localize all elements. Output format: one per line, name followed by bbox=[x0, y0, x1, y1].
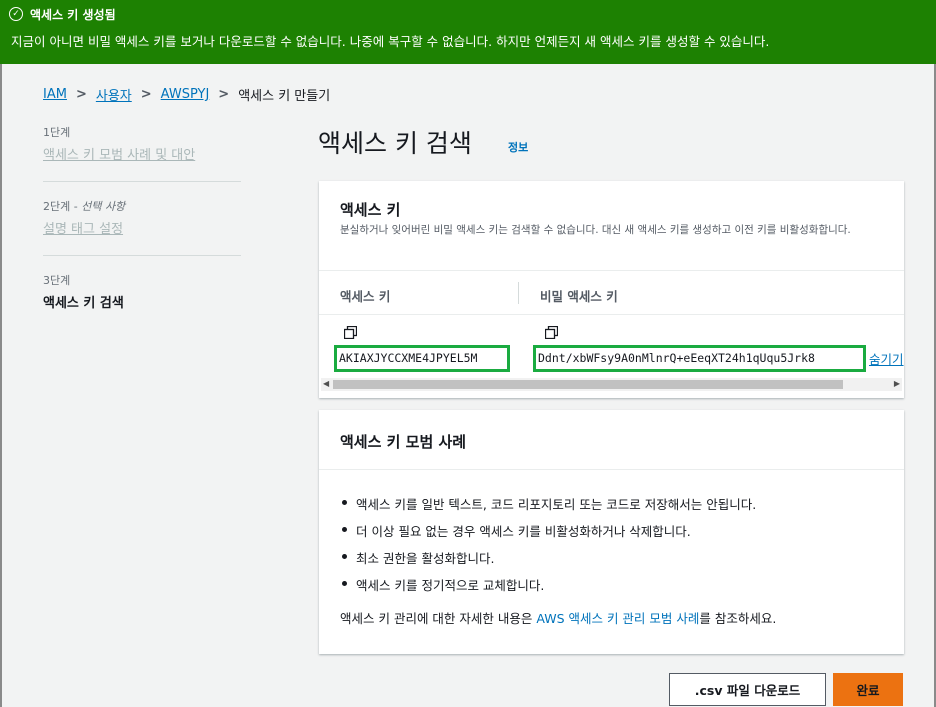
copy-icon[interactable] bbox=[545, 326, 558, 339]
breadcrumb-current: 액세스 키 만들기 bbox=[238, 89, 331, 104]
access-key-value: AKIAXJYCCXME4JPYEL5M bbox=[334, 345, 510, 372]
divider bbox=[319, 469, 904, 470]
wizard-step-3: 3단계 액세스 키 검색 bbox=[43, 256, 241, 311]
step-label: 3단계 bbox=[43, 274, 71, 287]
footer-text: 액세스 키 관리에 대한 자세한 내용은 AWS 액세스 키 관리 모범 사례를… bbox=[340, 611, 777, 626]
step-link-best-practices[interactable]: 액세스 키 모범 사례 및 대안 bbox=[43, 144, 241, 163]
best-practices-list: 액세스 키를 일반 텍스트, 코드 리포지토리 또는 코드로 저장해서는 안됩니… bbox=[340, 494, 756, 602]
breadcrumb-user[interactable]: AWSPYJ bbox=[161, 87, 210, 102]
step-label: 2단계 - 선택 사항 bbox=[43, 200, 126, 213]
panel-title: 액세스 키 모범 사례 bbox=[340, 433, 467, 451]
best-practices-panel: 액세스 키 모범 사례 액세스 키를 일반 텍스트, 코드 리포지토리 또는 코… bbox=[319, 410, 904, 654]
list-item: 최소 권한을 활성화합니다. bbox=[340, 548, 756, 575]
banner-title: 액세스 키 생성됨 bbox=[30, 8, 116, 22]
chevron-right-icon: > bbox=[218, 87, 230, 102]
info-link[interactable]: 정보 bbox=[508, 139, 528, 155]
column-header-secret-key: 비밀 액세스 키 bbox=[540, 289, 618, 304]
scroll-right-icon[interactable]: ▶ bbox=[894, 379, 900, 388]
check-circle-icon: ✓ bbox=[9, 7, 23, 21]
best-practices-link[interactable]: AWS 액세스 키 관리 모범 사례 bbox=[536, 611, 699, 626]
column-header-access-key: 액세스 키 bbox=[340, 289, 391, 304]
step-optional: 선택 사항 bbox=[81, 200, 126, 213]
download-csv-button[interactable]: .csv 파일 다운로드 bbox=[669, 673, 826, 706]
frame-border-left bbox=[0, 64, 2, 707]
page-title: 액세스 키 검색 bbox=[318, 129, 472, 158]
step-label: 1단계 bbox=[43, 126, 71, 139]
chevron-right-icon: > bbox=[140, 87, 152, 102]
column-separator bbox=[518, 282, 519, 304]
divider bbox=[319, 270, 904, 271]
breadcrumb-iam[interactable]: IAM bbox=[43, 87, 67, 102]
done-button[interactable]: 완료 bbox=[833, 673, 903, 706]
banner-message: 지금이 아니면 비밀 액세스 키를 보거나 다운로드할 수 없습니다. 나중에 … bbox=[11, 34, 770, 49]
breadcrumb: IAM > 사용자 > AWSPYJ > 액세스 키 만들기 bbox=[43, 85, 330, 104]
scrollbar-thumb[interactable] bbox=[333, 380, 843, 389]
scroll-left-icon[interactable]: ◀ bbox=[323, 379, 329, 388]
panel-description: 분실하거나 잊어버린 비밀 액세스 키는 검색할 수 없습니다. 대신 새 액세… bbox=[340, 224, 851, 236]
wizard-step-1: 1단계 액세스 키 모범 사례 및 대안 bbox=[43, 124, 241, 182]
access-key-panel: 액세스 키 분실하거나 잊어버린 비밀 액세스 키는 검색할 수 없습니다. 대… bbox=[319, 181, 904, 398]
success-banner: ✓ 액세스 키 생성됨 지금이 아니면 비밀 액세스 키를 보거나 다운로드할 … bbox=[0, 0, 936, 64]
secret-key-value: Ddnt/xbWFsy9A0nMlnrQ+eEeqXT24h1qUqu5Jrk8 bbox=[533, 345, 866, 372]
horizontal-scrollbar[interactable]: ◀ ▶ bbox=[321, 378, 902, 391]
hide-secret-link[interactable]: 숨기기 bbox=[869, 349, 904, 368]
wizard-step-2: 2단계 - 선택 사항 설명 태그 설정 bbox=[43, 182, 241, 256]
divider bbox=[319, 314, 904, 315]
wizard-steps: 1단계 액세스 키 모범 사례 및 대안 2단계 - 선택 사항 설명 태그 설… bbox=[43, 124, 241, 311]
step-link-description-tag[interactable]: 설명 태그 설정 bbox=[43, 218, 241, 237]
list-item: 액세스 키를 일반 텍스트, 코드 리포지토리 또는 코드로 저장해서는 안됩니… bbox=[340, 494, 756, 521]
step-current: 액세스 키 검색 bbox=[43, 296, 124, 311]
panel-title: 액세스 키 bbox=[340, 201, 401, 219]
list-item: 더 이상 필요 없는 경우 액세스 키를 비활성화하거나 삭제합니다. bbox=[340, 521, 756, 548]
chevron-right-icon: > bbox=[75, 87, 87, 102]
list-item: 액세스 키를 정기적으로 교체합니다. bbox=[340, 575, 756, 602]
breadcrumb-users[interactable]: 사용자 bbox=[96, 85, 132, 104]
copy-icon[interactable] bbox=[344, 326, 357, 339]
